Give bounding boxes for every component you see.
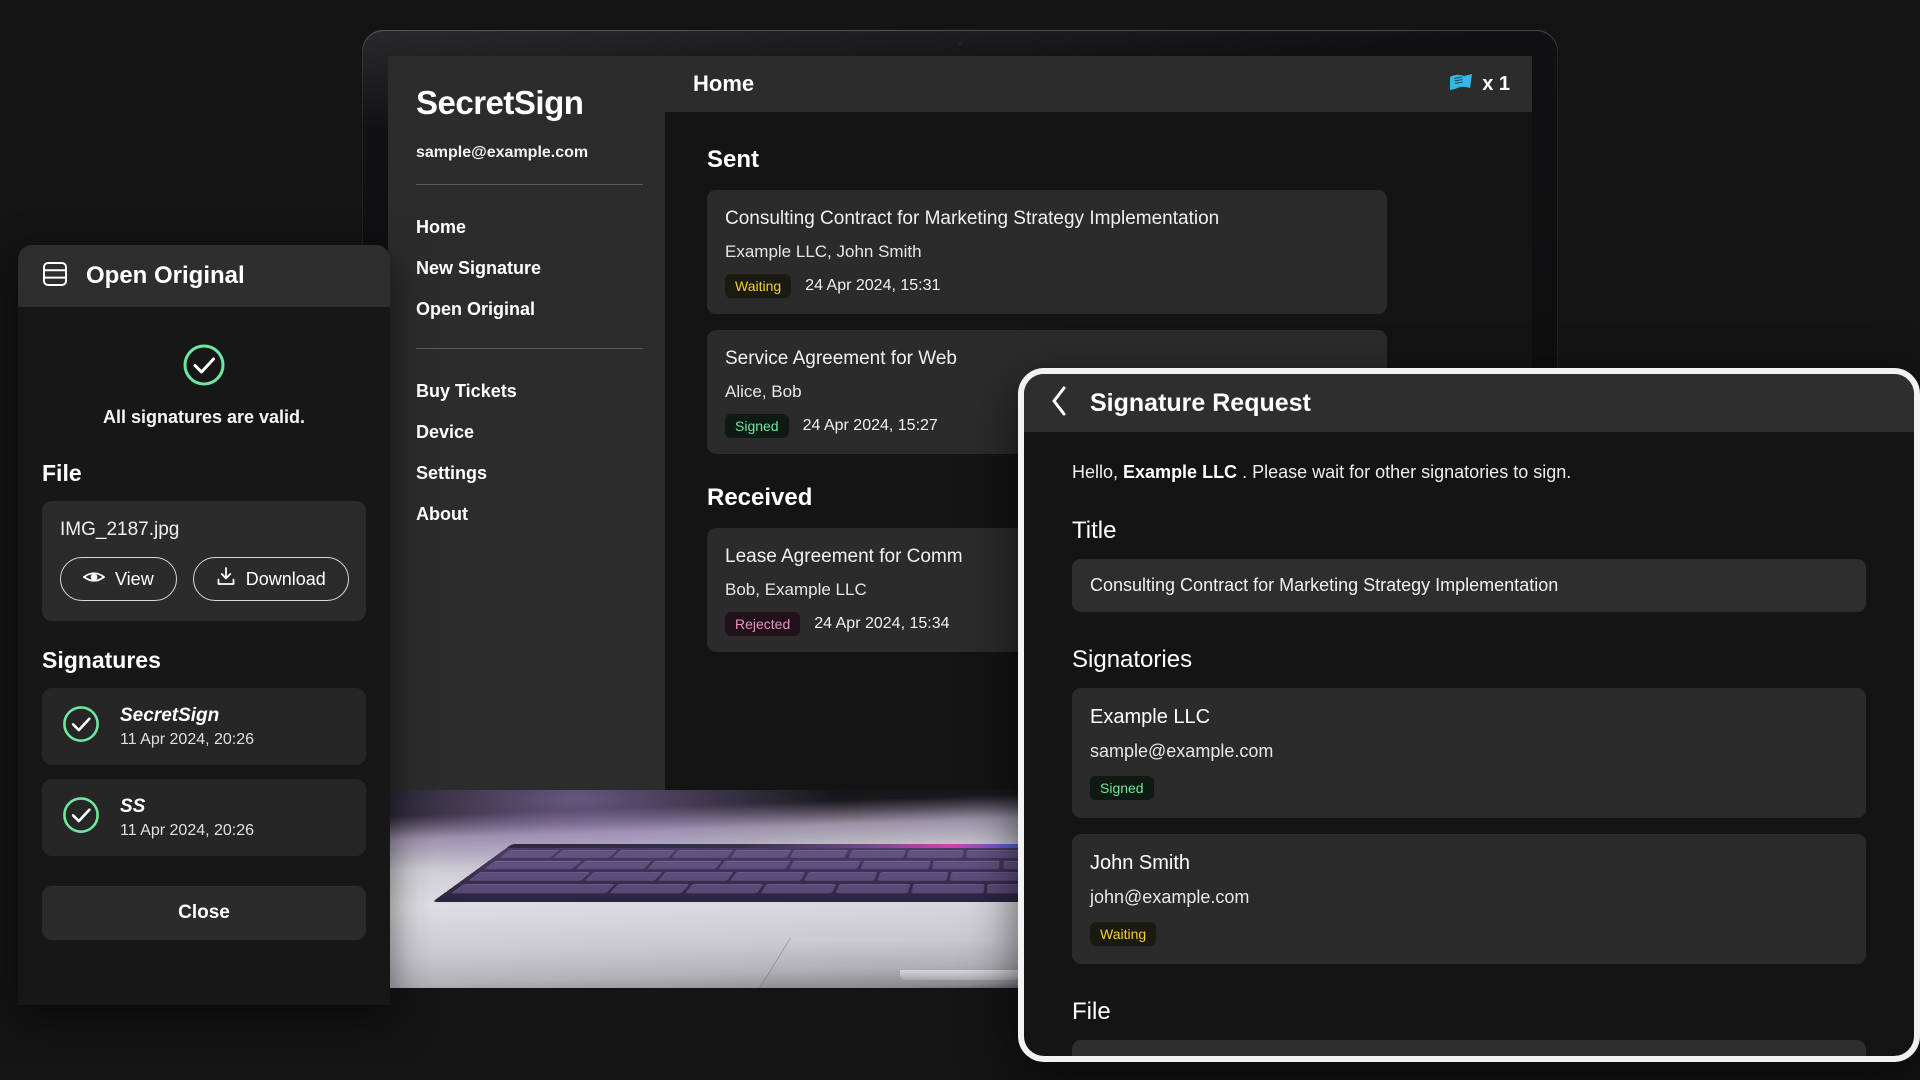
webcam-icon [957,41,963,46]
greeting-text: Hello, Example LLC . Please wait for oth… [1072,462,1866,483]
status-badge: Signed [725,414,789,438]
sidebar-item-device[interactable]: Device [388,412,665,453]
signatures-section-heading: Signatures [42,647,161,673]
view-button-label: View [115,568,154,589]
main-topbar: Home x 1 [665,56,1532,112]
signature-row[interactable]: SecretSign 11 Apr 2024, 20:26 [42,688,366,765]
panel-header: Signature Request [1024,374,1914,432]
file-field-label: File [1072,998,1111,1025]
file-actions: View Download [60,557,349,601]
sidebar-item-about[interactable]: About [388,494,665,535]
dialog-header: Open Original [18,245,390,307]
signature-info: SecretSign 11 Apr 2024, 20:26 [120,705,254,749]
file-section-heading: File [42,460,82,486]
greeting-prefix: Hello, [1072,462,1124,482]
status-badge: Waiting [725,274,792,298]
title-field-value: Consulting Contract for Marketing Strate… [1072,559,1866,612]
greeting-suffix: . Please wait for other signatories to s… [1237,462,1572,482]
signature-date: 11 Apr 2024, 20:26 [120,821,255,839]
download-button-label: Download [245,568,326,589]
download-icon [216,567,236,591]
signatory-card[interactable]: Example LLC sample@example.com Signed [1072,688,1866,818]
document-card[interactable]: Consulting Contract for Marketing Strate… [707,190,1387,314]
sidebar-nav-secondary: Buy Tickets Device Settings About [388,349,665,553]
signature-name: SS [120,795,146,817]
file-field-value: sample-document.pdf [1072,1040,1866,1056]
signatory-email: sample@example.com [1090,741,1274,761]
signatory-card[interactable]: John Smith john@example.com Waiting [1072,834,1866,964]
signatory-name: John Smith [1090,852,1191,874]
open-original-dialog: Open Original All signatures are valid. … [18,245,390,1005]
title-field-label: Title [1072,517,1117,544]
eye-icon [82,569,106,590]
view-button[interactable]: View [60,557,177,601]
signature-info: SS 11 Apr 2024, 20:26 [120,796,254,840]
greeting-name: Example LLC [1123,462,1238,482]
validity-block: All signatures are valid. [42,333,366,454]
sidebar-item-buy-tickets[interactable]: Buy Tickets [388,371,665,412]
panel-body: Hello, Example LLC . Please wait for oth… [1024,432,1914,1056]
page-title: Home [693,71,755,96]
check-circle-icon [180,341,228,389]
ticket-balance[interactable]: x 1 [1448,72,1510,97]
ticket-count-label: x 1 [1482,72,1510,95]
signature-row[interactable]: SS 11 Apr 2024, 20:26 [42,779,366,856]
sidebar-nav-primary: Home New Signature Open Original [388,185,665,348]
document-meta: Waiting 24 Apr 2024, 15:31 [725,274,1369,298]
document-list-icon [42,260,68,293]
screenshot-root: MacBook Pro SecretSign sample@example.co… [0,0,1920,1080]
account-email: sample@example.com [416,144,589,161]
signatories-label: Signatories [1072,646,1193,673]
check-circle-icon [60,794,102,841]
status-badge: Rejected [725,612,801,636]
download-button[interactable]: Download [192,557,349,601]
section-heading-sent: Sent [707,146,760,173]
sidebar-item-new-signature[interactable]: New Signature [388,248,665,289]
status-badge: Signed [1090,776,1154,800]
signature-request-panel: Signature Request Hello, Example LLC . P… [1018,368,1920,1062]
signature-date: 11 Apr 2024, 20:26 [120,730,255,748]
document-date: 24 Apr 2024, 15:31 [805,277,941,294]
app-brand: SecretSign [416,84,584,121]
ticket-icon [1448,72,1474,97]
file-card: IMG_2187.jpg View Download [42,501,366,621]
chevron-left-icon[interactable] [1050,386,1068,421]
file-name: IMG_2187.jpg [60,519,180,540]
app-sidebar: SecretSign sample@example.com Home New S… [388,56,665,790]
sidebar-item-open-original[interactable]: Open Original [388,289,665,330]
signatory-email: john@example.com [1090,887,1250,907]
laptop-lip-notch [900,970,1020,980]
document-parties: Example LLC, John Smith [725,242,922,261]
dialog-body: All signatures are valid. File IMG_2187.… [18,307,390,940]
status-badge: Waiting [1090,922,1157,946]
document-date: 24 Apr 2024, 15:34 [814,615,950,632]
sidebar-item-settings[interactable]: Settings [388,453,665,494]
document-title: Consulting Contract for Marketing Strate… [725,208,1220,229]
validity-message: All signatures are valid. [102,407,306,427]
panel-title: Signature Request [1090,388,1311,417]
document-date: 24 Apr 2024, 15:27 [802,417,938,434]
dialog-title: Open Original [86,262,245,289]
sidebar-item-home[interactable]: Home [388,207,665,248]
signature-name: SecretSign [120,704,220,726]
document-title: Service Agreement for Web [725,348,957,369]
check-circle-icon [60,703,102,750]
close-button[interactable]: Close [42,886,366,940]
signatory-name: Example LLC [1090,706,1211,728]
